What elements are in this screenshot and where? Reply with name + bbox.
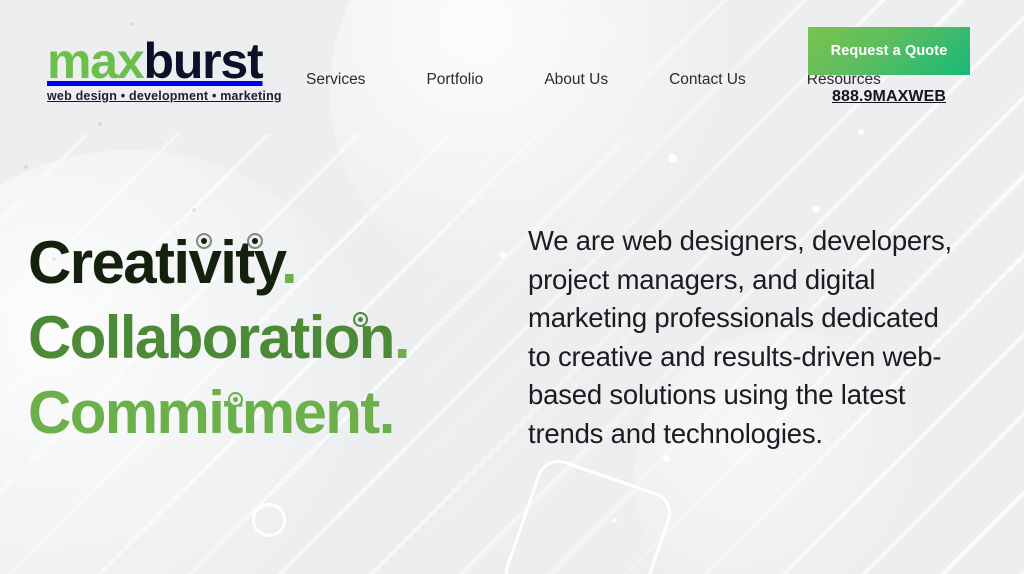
headline-text-collaboration: Collaboration xyxy=(28,304,395,371)
nav-item-services[interactable]: Services xyxy=(306,67,394,93)
headline-line-creativity: Creativity. xyxy=(28,225,409,300)
intro-line: based solutions using the latest xyxy=(528,379,906,410)
site-logo[interactable]: maxburst web design • development • mark… xyxy=(47,35,282,103)
logo-tagline: web design • development • marketing xyxy=(47,89,282,103)
ring-dot-icon xyxy=(228,392,243,407)
intro-line: We are web designers, developers, xyxy=(528,225,952,256)
intro-line: trends and technologies. xyxy=(528,417,823,449)
site-header: maxburst web design • development • mark… xyxy=(0,0,1024,120)
phone-number[interactable]: 888.9MAXWEB xyxy=(808,88,970,106)
headline-period: . xyxy=(393,304,411,371)
ring-dot-icon xyxy=(247,233,263,249)
hero-headline: Creativity. Collaboration. Commitment. xyxy=(28,225,411,450)
headline-period: . xyxy=(281,229,298,296)
intro-line: to creative and results-driven web- xyxy=(528,340,942,372)
headline-line-collaboration: Collaboration. xyxy=(28,300,411,375)
intro-line: marketing professionals dedicated xyxy=(528,302,939,333)
nav-item-portfolio[interactable]: Portfolio xyxy=(426,67,512,93)
request-a-quote-button[interactable]: Request a Quote xyxy=(808,27,970,75)
nav-item-about-us[interactable]: About Us xyxy=(544,67,637,93)
logo-text-max: max xyxy=(47,33,145,89)
headline-text-creativity: Creativity xyxy=(28,229,283,296)
logo-text-burst: burst xyxy=(143,33,263,89)
intro-line: project managers, and digital xyxy=(528,263,876,295)
logo-wordmark: maxburst xyxy=(47,35,282,87)
hero-intro-paragraph: We are web designers, developers, projec… xyxy=(528,222,1008,453)
nav-item-contact-us[interactable]: Contact Us xyxy=(669,67,775,93)
ring-dot-icon xyxy=(353,312,368,327)
headline-period: . xyxy=(378,379,396,446)
ring-dot-icon xyxy=(196,233,212,249)
headline-line-commitment: Commitment. xyxy=(28,375,409,450)
headline-text-commitment: Commitment xyxy=(28,379,380,446)
